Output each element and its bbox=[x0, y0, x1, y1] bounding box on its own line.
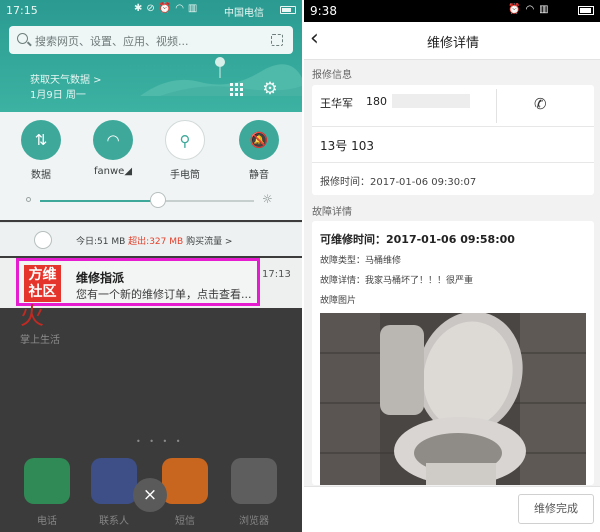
status-icons: ✱⊘⏰◠▥ bbox=[134, 3, 202, 14]
qs-tile-data[interactable]: ⇅ 数据 bbox=[19, 120, 63, 181]
wifi-icon: ◠ bbox=[93, 120, 133, 160]
qs-label: 静音 bbox=[249, 170, 269, 181]
data-today: 今日:51 MB bbox=[76, 237, 126, 247]
shade-date: 1月9日 周一 bbox=[30, 90, 86, 101]
right-phone-repair-detail: 9:38 ⏰◠▥ ‹ 维修详情 报修信息 王华军 180 ✆ 13号 103 报… bbox=[302, 0, 600, 532]
carrier-name: 中国电信 bbox=[224, 8, 264, 19]
bell-mute-icon: 🔕 bbox=[239, 120, 279, 160]
qs-label: 手电筒 bbox=[170, 170, 200, 181]
buy-data-link[interactable]: 购买流量 > bbox=[186, 237, 232, 247]
app-label: 掌上生活 bbox=[20, 335, 60, 346]
close-shade-button[interactable]: × bbox=[133, 478, 167, 512]
search-icon bbox=[17, 33, 28, 44]
qs-label: fanwe◢ bbox=[93, 166, 133, 177]
page-indicator: • • • • bbox=[136, 437, 184, 446]
app-grid-icon[interactable] bbox=[230, 83, 244, 97]
fault-photo[interactable] bbox=[320, 313, 586, 485]
data-usage-row[interactable]: 今日:51 MB 超出:327 MB 购买流量 > bbox=[0, 222, 302, 256]
fault-detail: 故障详情：我家马桶坏了！！！很严重 bbox=[320, 276, 474, 286]
repair-done-button[interactable]: 维修完成 bbox=[518, 494, 594, 524]
divider bbox=[312, 162, 594, 163]
slider-fill bbox=[40, 200, 158, 202]
quick-settings-panel: ⇅ 数据 ◠ fanwe◢ ⚲ 手电筒 🔕 静音 ☼ bbox=[0, 112, 302, 220]
dock-label: 浏览器 bbox=[239, 516, 269, 527]
dock-label: 联系人 bbox=[99, 516, 129, 527]
fault-detail-card: 可维修时间：2017-01-06 09:58:00 故障类型：马桶维修 故障详情… bbox=[312, 221, 594, 485]
gear-icon[interactable]: ⚙ bbox=[261, 80, 279, 98]
search-bar[interactable]: 搜索网页、设置、应用、视频... bbox=[9, 26, 293, 54]
phone-icon[interactable] bbox=[24, 458, 70, 504]
notification-title: 维修指派 bbox=[76, 271, 125, 285]
qs-tile-mute[interactable]: 🔕 静音 bbox=[237, 120, 281, 181]
divider bbox=[312, 126, 594, 127]
slider-knob[interactable] bbox=[150, 192, 166, 208]
battery-icon bbox=[280, 6, 296, 14]
right-status-time: 9:38 bbox=[310, 4, 337, 18]
brightness-slider[interactable]: ☼ bbox=[26, 192, 280, 208]
contacts-icon[interactable] bbox=[91, 458, 137, 504]
qs-tile-flashlight[interactable]: ⚲ 手电筒 bbox=[163, 120, 207, 181]
data-exceeded: 超出:327 MB bbox=[128, 237, 184, 247]
dock-label: 电话 bbox=[37, 516, 57, 527]
section-title-report: 报修信息 bbox=[312, 70, 352, 81]
status-icons: ⏰◠▥ bbox=[508, 4, 554, 15]
phone-redaction bbox=[392, 94, 470, 108]
report-time: 报修时间：2017-01-06 09:30:07 bbox=[320, 177, 477, 188]
qs-tile-wifi[interactable]: ◠ fanwe◢ bbox=[91, 120, 135, 177]
dock-label: 短信 bbox=[175, 516, 195, 527]
browser-icon[interactable] bbox=[231, 458, 277, 504]
notification-time: 17:13 bbox=[262, 269, 291, 280]
screenshot-root: 17:15 ✱⊘⏰◠▥ 中国电信 搜索网页、设置、应用、视频... 获取天气数据… bbox=[0, 0, 600, 532]
left-status-time: 17:15 bbox=[6, 4, 38, 17]
call-icon[interactable]: ✆ bbox=[534, 95, 547, 113]
message-icon[interactable] bbox=[162, 458, 208, 504]
data-usage-text: 今日:51 MB 超出:327 MB 购买流量 > bbox=[76, 234, 232, 247]
brightness-high-icon: ☼ bbox=[262, 192, 273, 206]
left-status-bar: 17:15 ✱⊘⏰◠▥ 中国电信 bbox=[0, 0, 302, 20]
reporter-name: 王华军 bbox=[320, 97, 353, 110]
room-number: 13号 103 bbox=[320, 139, 374, 153]
available-time: 可维修时间：2017-01-06 09:58:00 bbox=[320, 233, 515, 246]
page-header: ‹ 维修详情 bbox=[304, 22, 600, 60]
battery-icon bbox=[578, 6, 594, 15]
app-logo-fangwei: 方维社区 bbox=[24, 265, 61, 302]
fault-type: 故障类型：马桶维修 bbox=[320, 256, 402, 266]
page-title: 维修详情 bbox=[426, 36, 479, 51]
flashlight-icon: ⚲ bbox=[165, 120, 205, 160]
report-info-card: 王华军 180 ✆ 13号 103 报修时间：2017-01-06 09:30:… bbox=[312, 85, 594, 195]
data-usage-ring-icon bbox=[34, 231, 52, 249]
left-phone-notification-shade: 17:15 ✱⊘⏰◠▥ 中国电信 搜索网页、设置、应用、视频... 获取天气数据… bbox=[0, 0, 302, 532]
section-title-fault: 故障详情 bbox=[312, 207, 352, 218]
qs-label: 数据 bbox=[31, 170, 51, 181]
data-arrows-icon: ⇅ bbox=[21, 120, 61, 160]
notification-repair-assign[interactable]: 方维社区 维修指派 您有一个新的维修订单，点击查看... bbox=[16, 258, 260, 306]
notification-body: 您有一个新的维修订单，点击查看... bbox=[76, 288, 252, 301]
reporter-phone: 180 bbox=[366, 95, 387, 108]
brightness-low-icon bbox=[26, 197, 31, 202]
page-footer: 维修完成 bbox=[304, 486, 600, 532]
fault-images-label: 故障图片 bbox=[320, 296, 357, 306]
search-placeholder: 搜索网页、设置、应用、视频... bbox=[35, 35, 189, 48]
divider bbox=[496, 89, 497, 123]
weather-link[interactable]: 获取天气数据 > bbox=[30, 71, 102, 86]
app-icon-zhangshang[interactable]: 火 bbox=[20, 302, 50, 330]
scan-icon[interactable] bbox=[271, 34, 283, 46]
right-status-bar: 9:38 ⏰◠▥ bbox=[304, 0, 600, 22]
